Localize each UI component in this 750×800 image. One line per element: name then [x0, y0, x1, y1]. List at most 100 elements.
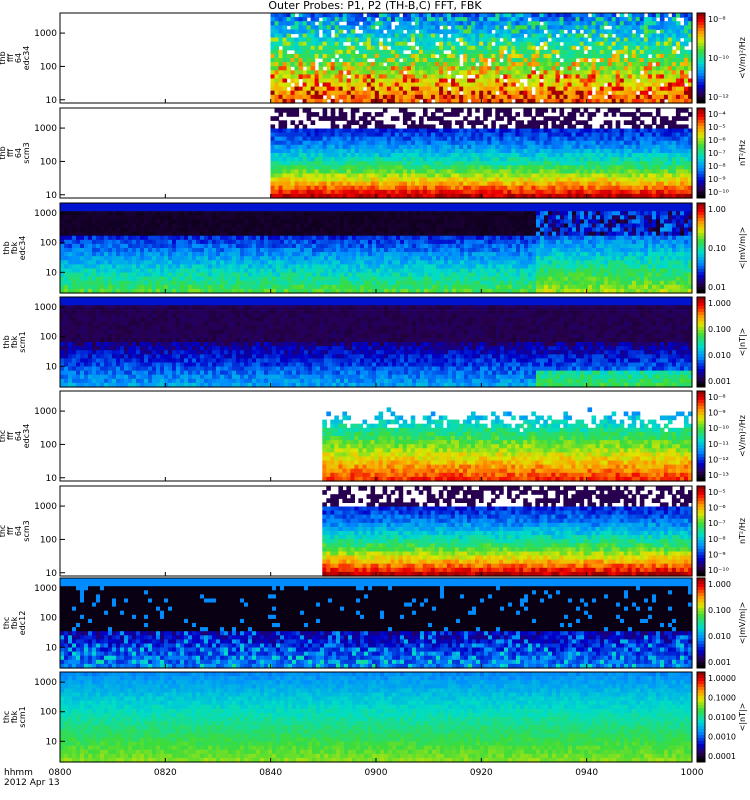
- data-cell: [100, 219, 105, 225]
- data-cell: [559, 90, 565, 96]
- data-cell: [76, 203, 81, 208]
- data-cell: [108, 219, 113, 225]
- data-cell: [314, 181, 320, 187]
- data-cell: [659, 140, 665, 146]
- data-cell: [394, 58, 400, 63]
- data-cell: [334, 90, 340, 96]
- data-cell: [350, 82, 356, 88]
- data-cell: [294, 94, 300, 100]
- data-cell: [350, 136, 356, 142]
- data-cell: [495, 66, 500, 71]
- data-cell: [463, 37, 468, 43]
- data-cell: [108, 268, 113, 274]
- data-cell: [168, 256, 173, 261]
- data-cell: [543, 53, 549, 59]
- data-cell: [370, 136, 376, 142]
- data-cell: [619, 148, 625, 154]
- data-cell: [667, 66, 673, 71]
- data-cell: [116, 272, 121, 278]
- data-cell: [176, 223, 181, 229]
- data-cell: [451, 66, 456, 71]
- data-cell: [643, 132, 649, 138]
- data-cell: [306, 21, 312, 26]
- data-cell: [671, 140, 677, 146]
- data-cell: [322, 132, 328, 138]
- data-cell: [386, 136, 392, 142]
- data-cell: [607, 13, 613, 18]
- data-cell: [274, 108, 280, 113]
- data-cell: [354, 90, 360, 96]
- data-cell: [334, 132, 340, 138]
- data-cell: [282, 82, 288, 88]
- data-cell: [431, 33, 436, 39]
- data-cell: [419, 86, 424, 92]
- data-cell: [499, 41, 504, 47]
- data-cell: [386, 157, 392, 162]
- data-cell: [338, 66, 344, 71]
- data-cell: [615, 25, 621, 30]
- data-cell: [495, 29, 500, 35]
- data-cell: [270, 124, 276, 130]
- data-cell: [366, 33, 372, 39]
- data-cell: [358, 94, 364, 100]
- data-cell: [92, 223, 97, 229]
- data-cell: [326, 82, 332, 88]
- data-cell: [483, 29, 488, 35]
- data-cell: [64, 243, 69, 249]
- data-cell: [595, 108, 601, 113]
- data-cell: [655, 136, 661, 142]
- data-cell: [523, 25, 528, 30]
- colorbar-segment: [697, 120, 705, 124]
- data-cell: [128, 231, 133, 237]
- data-cell: [487, 53, 492, 59]
- data-cell: [306, 53, 312, 59]
- data-cell: [431, 124, 436, 130]
- data-cell: [651, 169, 657, 175]
- data-cell: [310, 82, 316, 88]
- data-cell: [350, 153, 356, 158]
- data-cell: [623, 41, 629, 47]
- data-cell: [451, 41, 456, 47]
- data-cell: [298, 140, 304, 146]
- data-cell: [184, 215, 189, 220]
- data-cell: [415, 17, 420, 22]
- data-cell: [394, 17, 400, 22]
- data-cell: [342, 173, 348, 179]
- data-cell: [362, 177, 368, 183]
- data-cell: [334, 124, 340, 130]
- data-cell: [342, 74, 348, 80]
- data-cell: [358, 189, 364, 195]
- data-cell: [306, 189, 312, 195]
- data-cell: [274, 153, 280, 158]
- data-cell: [619, 74, 625, 80]
- data-cell: [116, 211, 121, 216]
- data-cell: [132, 243, 137, 249]
- data-cell: [680, 94, 685, 100]
- data-cell: [374, 41, 380, 47]
- data-cell: [290, 136, 296, 142]
- data-cell: [451, 132, 456, 138]
- data-cell: [176, 268, 181, 274]
- data-cell: [675, 116, 681, 121]
- data-cell: [427, 132, 432, 138]
- data-cell: [330, 157, 336, 162]
- data-cell: [447, 94, 452, 100]
- data-cell: [306, 153, 312, 158]
- data-cell: [270, 37, 276, 43]
- data-cell: [555, 74, 561, 80]
- data-cell: [184, 231, 189, 237]
- colorbar-segment: [697, 165, 705, 169]
- data-cell: [615, 21, 621, 26]
- data-cell: [427, 181, 432, 187]
- data-cell: [415, 86, 420, 92]
- data-cell: [68, 248, 73, 253]
- data-cell: [483, 74, 488, 80]
- data-cell: [140, 264, 145, 270]
- data-cell: [394, 116, 400, 121]
- data-cell: [551, 66, 557, 71]
- data-cell: [483, 140, 488, 146]
- data-cell: [503, 112, 508, 117]
- data-cell: [579, 161, 585, 166]
- data-cell: [302, 140, 308, 146]
- data-cell: [378, 21, 384, 26]
